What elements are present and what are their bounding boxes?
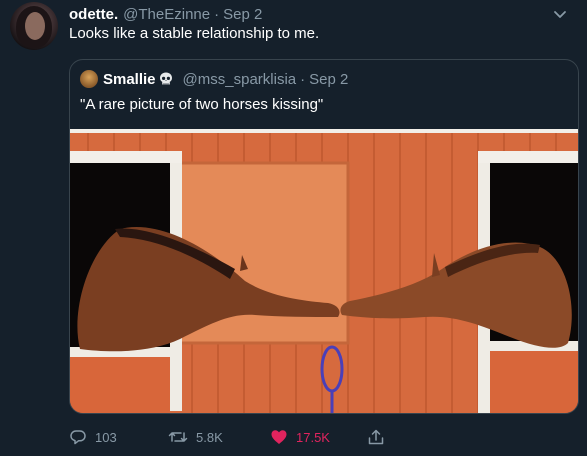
quoted-author-handle: @mss_sparklisia bbox=[182, 70, 297, 88]
quoted-tweet[interactable]: Smallie @mss_sparklisia · Sep 2 "A rare … bbox=[69, 59, 579, 414]
reply-icon bbox=[70, 430, 86, 445]
share-action[interactable] bbox=[367, 426, 393, 448]
author-handle[interactable]: @TheEzinne bbox=[123, 6, 210, 23]
tweet-text: Looks like a stable relationship to me. bbox=[69, 25, 320, 42]
reply-count: 103 bbox=[95, 429, 117, 445]
retweet-count: 5.8K bbox=[196, 429, 223, 445]
tweet-date[interactable]: Sep 2 bbox=[223, 6, 262, 23]
quoted-author-name: Smallie bbox=[103, 70, 156, 88]
skull-emoji-icon bbox=[159, 72, 172, 85]
quoted-text: "A rare picture of two horses kissing" bbox=[80, 96, 324, 113]
tweet-actions: 103 5.8K 17.5K bbox=[69, 426, 399, 448]
retweet-action[interactable]: 5.8K bbox=[168, 426, 223, 448]
heart-icon bbox=[271, 430, 287, 444]
quoted-header: Smallie @mss_sparklisia · Sep 2 bbox=[80, 69, 348, 89]
like-action[interactable]: 17.5K bbox=[270, 426, 330, 448]
quoted-date: Sep 2 bbox=[309, 70, 349, 88]
tweet-header: odette. @TheEzinne · Sep 2 bbox=[69, 4, 567, 24]
author-name[interactable]: odette. bbox=[69, 6, 118, 23]
separator-dot: · bbox=[214, 5, 220, 23]
avatar[interactable] bbox=[10, 2, 58, 50]
reply-action[interactable]: 103 bbox=[69, 426, 117, 448]
horses-kissing-photo[interactable] bbox=[70, 129, 578, 413]
retweet-icon bbox=[168, 432, 188, 442]
quoted-separator-dot: · bbox=[300, 70, 306, 88]
avatar-face bbox=[25, 12, 45, 40]
chevron-down-icon[interactable] bbox=[551, 5, 569, 23]
quoted-avatar bbox=[80, 70, 98, 88]
share-icon bbox=[368, 429, 384, 445]
like-count: 17.5K bbox=[296, 429, 330, 445]
